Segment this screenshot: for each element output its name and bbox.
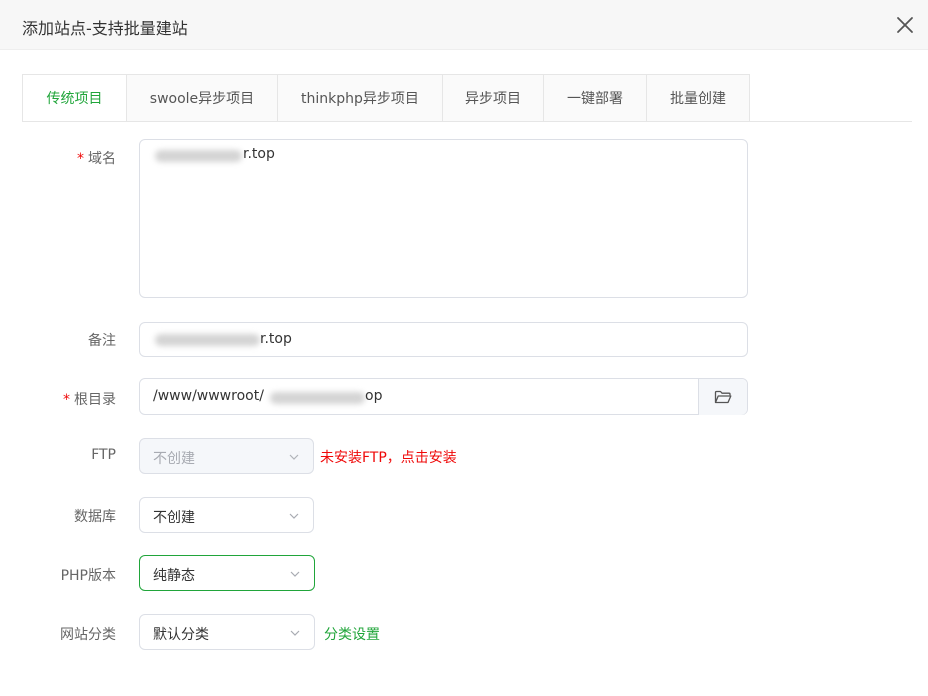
root-dir-value-prefix: /www/wwwroot/ [153,388,264,404]
redacted-text [155,150,242,162]
tab-label: swoole异步项目 [149,91,255,107]
database-selected-value: 不创建 [153,510,195,526]
remark-input[interactable]: r.top [139,322,748,357]
chevron-down-icon [290,630,300,636]
domain-value: r.top [243,146,275,162]
database-label: 数据库 [74,509,116,525]
php-version-label: PHP版本 [60,568,116,584]
project-type-tabs: 传统项目 swoole异步项目 thinkphp异步项目 异步项目 一键部署 批… [22,74,750,122]
redacted-text [155,334,260,346]
domain-label-text: 域名 [88,151,116,167]
tab-label: 一键部署 [567,91,623,107]
site-category-label: 网站分类 [60,627,116,643]
tab-batch-create[interactable]: 批量创建 [646,74,750,122]
tab-thinkphp-async-project[interactable]: thinkphp异步项目 [277,74,442,122]
tab-traditional-project[interactable]: 传统项目 [22,74,126,122]
category-selected-value: 默认分类 [153,627,209,643]
chevron-down-icon [290,571,300,577]
remark-label: 备注 [88,333,116,349]
root-dir-label: * 根目录 [16,389,116,409]
close-icon[interactable] [893,13,917,37]
remark-value: r.top [260,331,292,347]
tab-async-project[interactable]: 异步项目 [442,74,543,122]
tab-swoole-async-project[interactable]: swoole异步项目 [126,74,277,122]
tab-divider [22,121,912,122]
php-selected-value: 纯静态 [153,568,195,584]
chevron-down-icon [289,454,299,460]
tab-label: 批量创建 [670,91,726,107]
site-category-select[interactable]: 默认分类 [139,614,315,650]
redacted-text [270,392,365,404]
ftp-label: FTP [91,447,116,463]
required-mark: * [63,392,70,408]
category-settings-link[interactable]: 分类设置 [324,624,380,644]
folder-icon [714,390,732,404]
tab-label: 传统项目 [46,91,103,107]
tab-label: thinkphp异步项目 [301,91,419,107]
required-mark: * [77,151,84,167]
select-folder-button[interactable] [698,379,747,415]
root-dir-label-text: 根目录 [74,392,116,408]
domain-label: * 域名 [16,148,116,168]
database-select[interactable]: 不创建 [139,497,314,533]
dialog-header: 添加站点-支持批量建站 [0,0,928,50]
add-site-dialog: 添加站点-支持批量建站 传统项目 swoole异步项目 thinkphp异步项目… [0,0,928,696]
dialog-title: 添加站点-支持批量建站 [22,19,188,38]
ftp-selected-value: 不创建 [153,451,195,467]
tab-one-click-deploy[interactable]: 一键部署 [543,74,646,122]
chevron-down-icon [289,513,299,519]
install-ftp-link[interactable]: 未安装FTP，点击安装 [320,447,457,467]
root-dir-input[interactable]: /www/wwwroot/ op [139,378,748,415]
ftp-select[interactable]: 不创建 [139,438,314,474]
tab-label: 异步项目 [465,91,521,107]
domain-textarea[interactable]: r.top [139,139,748,298]
php-version-select[interactable]: 纯静态 [139,555,315,591]
root-dir-value-suffix: op [365,388,383,404]
